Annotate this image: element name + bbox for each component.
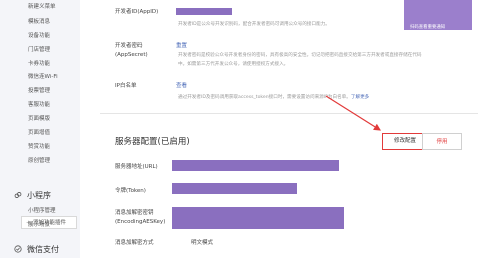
mini-program-title: 小程序: [27, 191, 51, 200]
sidebar-item-device[interactable]: 设备功能: [28, 32, 50, 40]
sidebar-section-mini-program[interactable]: 小程序: [14, 191, 51, 201]
section-divider: [100, 113, 478, 114]
disable-button[interactable]: 停用: [422, 133, 462, 150]
sidebar-item-reward[interactable]: 赞赏功能: [28, 143, 50, 151]
ip-whitelist-description-text: 通过开发者ID及密码调用获取access_token接口时，需要设置访问来源IP…: [178, 95, 351, 100]
sidebar-item-mini-program-manage[interactable]: 小程序管理: [28, 207, 56, 215]
sidebar-item-template-messages[interactable]: 模板消息: [28, 18, 50, 26]
sidebar-item-page-value[interactable]: 页面增值: [28, 129, 50, 137]
app-secret-label: 开发者密码: [115, 43, 143, 49]
token-label: 令牌(Token): [115, 188, 146, 194]
ip-whitelist-description: 通过开发者ID及密码调用获取access_token接口时，需要设置访问来源IP…: [178, 94, 369, 101]
sidebar: 新建义菜单 模板消息 设备功能 门店管理 卡券功能 微信连Wi-Fi 投票管理 …: [0, 0, 80, 258]
appid-redacted-value: [176, 8, 232, 15]
aes-key-label-1: 消息加解密密钥: [115, 210, 154, 216]
sidebar-item-stores[interactable]: 门店管理: [28, 46, 50, 54]
sidebar-item-original[interactable]: 原创管理: [28, 157, 50, 165]
sidebar-section-wechat-pay[interactable]: 微信支付: [14, 245, 59, 255]
wechat-pay-icon: [14, 245, 22, 253]
reset-secret-link[interactable]: 重置: [176, 42, 187, 50]
server-url-label: 服务器地址(URL): [115, 164, 158, 170]
ip-whitelist-label: IP白名单: [115, 83, 137, 89]
mini-program-icon: [14, 192, 22, 198]
encryption-mode-value: 明文模式: [191, 240, 214, 246]
appid-description: 开发者ID是公众号开发识别码，配合开发者密码可调用公众号的接口能力。: [178, 22, 330, 27]
token-redacted-value: [172, 183, 297, 194]
sidebar-item-votes[interactable]: 投票管理: [28, 87, 50, 95]
qr-caption: 扫码查看重要通知: [410, 25, 446, 30]
main-content: 开发者ID(AppID) 开发者ID是公众号开发识别码，配合开发者密码可调用公众…: [80, 0, 487, 258]
app-secret-description-2: 中。如需第三方代开发公众号，请使用授权方式接入。: [178, 62, 289, 67]
aes-key-redacted-value: [172, 207, 344, 229]
app-secret-sublabel: (AppSecret): [115, 52, 148, 58]
view-whitelist-link[interactable]: 查看: [176, 82, 187, 90]
sidebar-item-cards[interactable]: 卡券功能: [28, 60, 50, 68]
sidebar-item-customer-service[interactable]: 客服功能: [28, 101, 50, 109]
sidebar-item-custom-menu[interactable]: 新建义菜单: [28, 3, 56, 11]
server-url-redacted-value: [172, 160, 339, 171]
app-secret-description-1: 开发者密码是校验公众号开发者身份的密码，具有极高的安全性。切记勿把密码直接交给第…: [178, 53, 422, 58]
sidebar-item-display-scenes[interactable]: 展示场景: [28, 221, 50, 229]
encryption-mode-label: 消息加解密方式: [115, 240, 154, 246]
appid-label: 开发者ID(AppID): [115, 9, 159, 15]
learn-more-link[interactable]: 了解更多: [351, 95, 369, 100]
sidebar-item-page-templates[interactable]: 页面模版: [28, 115, 50, 123]
wechat-pay-title: 微信支付: [27, 245, 59, 254]
aes-key-label-2: (EncodingAESKey): [115, 219, 166, 225]
server-config-title: 服务器配置(已启用): [115, 137, 190, 147]
sidebar-item-wifi[interactable]: 微信连Wi-Fi: [28, 73, 58, 81]
